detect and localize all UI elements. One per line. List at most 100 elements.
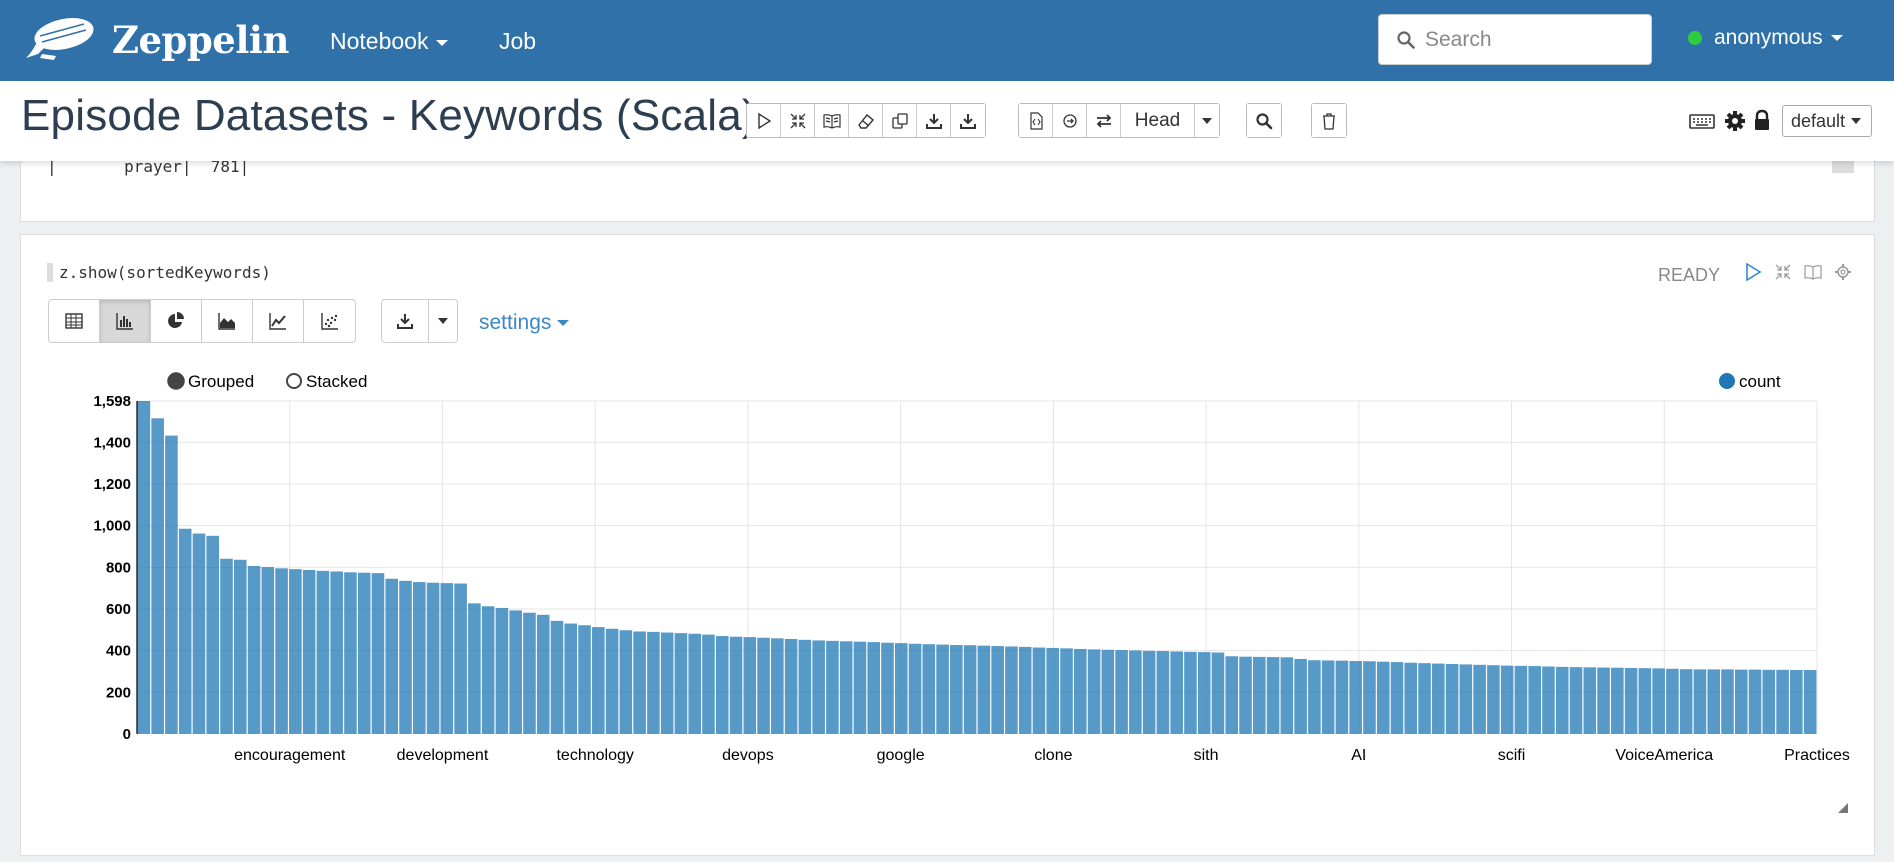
bar[interactable] (1211, 652, 1225, 734)
brand-name[interactable]: Zeppelin (112, 18, 289, 62)
bar[interactable] (1376, 661, 1390, 734)
bar[interactable] (316, 570, 330, 734)
bar[interactable] (1693, 669, 1707, 734)
bar[interactable] (1225, 656, 1239, 734)
bar[interactable] (289, 569, 302, 734)
bar[interactable] (578, 625, 591, 734)
bar[interactable] (481, 606, 495, 734)
bar[interactable] (1142, 650, 1156, 734)
bar[interactable] (192, 533, 206, 734)
bar[interactable] (523, 612, 536, 734)
bar[interactable] (1528, 666, 1541, 734)
bar[interactable] (1349, 661, 1362, 734)
bar[interactable] (371, 573, 385, 734)
revision-dropdown-toggle[interactable] (1195, 104, 1219, 137)
bar[interactable] (839, 641, 853, 734)
head-revision-button[interactable]: Head (1121, 104, 1195, 137)
bar[interactable] (1611, 667, 1624, 734)
bar[interactable] (261, 567, 275, 734)
bar[interactable] (468, 603, 481, 734)
bar[interactable] (151, 418, 164, 734)
nav-menu-job[interactable]: Job (499, 28, 536, 55)
bar[interactable] (1294, 658, 1307, 734)
bar[interactable] (1335, 660, 1349, 734)
bar[interactable] (826, 640, 839, 734)
bar[interactable] (1018, 646, 1032, 734)
interpreter-settings-button[interactable] (1723, 109, 1747, 133)
bar[interactable] (936, 644, 949, 734)
bar[interactable] (1156, 651, 1170, 734)
bar[interactable] (357, 572, 371, 734)
bar[interactable] (1762, 669, 1776, 734)
bar[interactable] (1046, 647, 1060, 734)
legend-mode-grouped[interactable]: Grouped (167, 372, 254, 391)
bar[interactable] (550, 620, 564, 734)
bar[interactable] (1032, 647, 1046, 734)
bar[interactable] (1555, 666, 1569, 734)
bar[interactable] (1197, 652, 1211, 734)
bar[interactable] (137, 401, 151, 734)
legend-mode-stacked[interactable]: Stacked (286, 372, 367, 391)
bar[interactable] (812, 640, 825, 734)
note-title[interactable]: Episode Datasets - Keywords (Scala) (21, 91, 757, 141)
bar[interactable] (1170, 651, 1183, 734)
bar[interactable] (1624, 667, 1638, 734)
bar[interactable] (1748, 669, 1762, 734)
bar[interactable] (1597, 667, 1610, 734)
bar[interactable] (1308, 660, 1321, 734)
bar[interactable] (908, 643, 922, 734)
bar[interactable] (1363, 661, 1376, 734)
bar[interactable] (1073, 648, 1087, 734)
bar[interactable] (206, 535, 220, 734)
note-permissions-button[interactable] (1753, 109, 1771, 133)
bar[interactable] (605, 628, 619, 734)
zeppelin-logo-icon[interactable] (22, 14, 98, 64)
bar[interactable] (1666, 668, 1679, 734)
bar[interactable] (963, 645, 977, 734)
bar[interactable] (1473, 664, 1486, 734)
bar[interactable] (1790, 670, 1803, 734)
bar[interactable] (233, 559, 247, 734)
bar[interactable] (991, 646, 1004, 734)
interpreter-binding-select[interactable]: default (1782, 105, 1872, 137)
bar[interactable] (509, 610, 522, 734)
bar[interactable] (1569, 667, 1583, 734)
bar[interactable] (1432, 663, 1445, 734)
bar[interactable] (247, 566, 261, 734)
bar[interactable] (702, 634, 715, 734)
bar[interactable] (399, 580, 412, 734)
bar[interactable] (1418, 663, 1431, 734)
bar[interactable] (592, 627, 605, 734)
bar[interactable] (536, 614, 550, 734)
bar[interactable] (743, 637, 757, 734)
bar[interactable] (220, 558, 233, 734)
search-input[interactable] (1425, 27, 1635, 52)
bar[interactable] (1652, 668, 1665, 734)
bar[interactable] (977, 645, 991, 734)
bar[interactable] (344, 572, 357, 734)
bar[interactable] (302, 570, 316, 734)
bar[interactable] (853, 641, 867, 734)
bar[interactable] (330, 571, 343, 734)
bar[interactable] (633, 631, 646, 734)
search-box[interactable] (1378, 14, 1652, 65)
bar[interactable] (1803, 670, 1817, 734)
clear-output-button[interactable] (849, 104, 883, 137)
bar[interactable] (1721, 669, 1734, 734)
bar[interactable] (1101, 649, 1115, 734)
bar[interactable] (440, 583, 454, 734)
search-code-button[interactable] (1247, 104, 1281, 137)
bar[interactable] (674, 633, 688, 734)
bar[interactable] (1280, 657, 1294, 734)
bar[interactable] (413, 582, 426, 734)
bar[interactable] (454, 583, 467, 734)
bar[interactable] (881, 642, 894, 734)
bar[interactable] (647, 631, 660, 734)
bar[interactable] (426, 582, 440, 734)
bar[interactable] (1734, 669, 1748, 734)
bar[interactable] (1679, 669, 1693, 734)
bar[interactable] (771, 638, 784, 734)
bar[interactable] (729, 636, 743, 734)
run-all-button[interactable] (747, 104, 781, 137)
bar[interactable] (715, 636, 729, 734)
